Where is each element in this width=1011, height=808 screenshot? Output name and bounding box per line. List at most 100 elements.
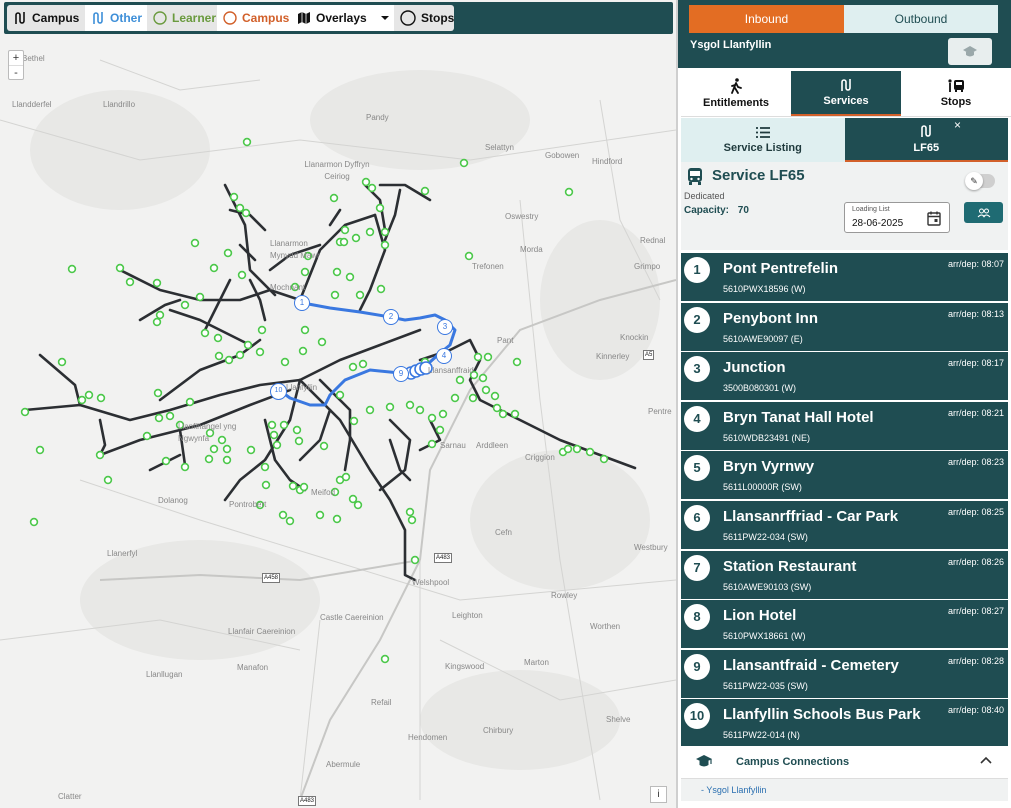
stop-row[interactable]: 7 Station Restaurant 5610AWE90103 (SW) arr/… bbox=[681, 550, 1008, 599]
overlays-dropdown[interactable]: Overlays bbox=[291, 5, 394, 31]
panel-header: Inbound Outbound Ysgol Llanfyllin bbox=[678, 0, 1011, 68]
road-label: A458 bbox=[262, 573, 281, 583]
overlays-label: Overlays bbox=[316, 11, 367, 25]
school-button[interactable] bbox=[948, 38, 992, 65]
place-label: Worthen bbox=[590, 622, 621, 631]
stop-name: Bryn Vyrnwy bbox=[723, 458, 815, 476]
route-stop-9[interactable]: 9 bbox=[393, 366, 409, 382]
stop-time: arr/dep: 08:25 bbox=[947, 506, 1004, 517]
place-label: Welshpool bbox=[412, 578, 450, 587]
chevron-up-icon[interactable] bbox=[980, 756, 992, 764]
route-stop-1[interactable]: 1 bbox=[294, 295, 310, 311]
tab-entitlements-label: Entitlements bbox=[702, 97, 769, 109]
stop-code: 5610AWE90103 (SW) bbox=[723, 581, 812, 592]
tab-stops-label: Stops bbox=[940, 96, 972, 108]
tab-entitlements[interactable]: Entitlements bbox=[681, 71, 791, 116]
circle-icon bbox=[223, 11, 237, 25]
stop-row[interactable]: 8 Lion Hotel 5610PWX18661 (W) arr/dep: 08:2… bbox=[681, 600, 1008, 649]
tab-lf65[interactable]: × LF65 bbox=[844, 118, 1008, 162]
tab-lf65-label: LF65 bbox=[913, 142, 940, 154]
map-canvas[interactable] bbox=[0, 0, 676, 808]
stop-number: 2 bbox=[684, 306, 710, 333]
map-info-button[interactable]: i bbox=[650, 786, 667, 803]
route-icon bbox=[921, 125, 932, 137]
place-label: Kinnerley bbox=[596, 352, 630, 361]
side-panel: Inbound Outbound Ysgol Llanfyllin Entitl… bbox=[678, 0, 1011, 808]
stop-row[interactable]: 2 Penybont Inn 5610AWE90097 (E) arr/dep: 08… bbox=[681, 302, 1008, 351]
stops-toggle[interactable]: Stops bbox=[394, 5, 454, 31]
road-label: A5 bbox=[643, 350, 655, 360]
place-label: Llanerfyl bbox=[107, 549, 138, 558]
stop-code: 5610AWE90097 (E) bbox=[723, 333, 803, 344]
stop-time: arr/dep: 08:27 bbox=[947, 606, 1004, 617]
place-label: Pandy bbox=[366, 113, 389, 122]
stop-number: 4 bbox=[684, 405, 710, 432]
stop-number: 1 bbox=[684, 257, 710, 283]
tab-stops[interactable]: Stops bbox=[901, 71, 1011, 116]
place-label: Sarnau bbox=[440, 441, 466, 450]
place-label: Dolanog bbox=[158, 496, 188, 505]
stop-number: 8 bbox=[684, 604, 710, 631]
place-label: Meifod bbox=[311, 488, 336, 497]
service-type: Dedicated bbox=[684, 191, 725, 201]
route-stop-4[interactable]: 4 bbox=[436, 348, 452, 364]
stop-row[interactable]: 9 Llansantfraid - Cemetery 5611PW22-035 (S… bbox=[681, 649, 1008, 698]
edit-toggle[interactable]: ✎ bbox=[965, 172, 995, 190]
loading-list-label: Loading List bbox=[852, 206, 890, 213]
zoom-in-button[interactable]: + bbox=[9, 51, 23, 65]
road-label: A483 bbox=[298, 796, 317, 806]
place-label: Marton bbox=[524, 658, 549, 667]
graduation-cap-icon bbox=[963, 45, 977, 56]
stop-time: arr/dep: 08:07 bbox=[947, 259, 1004, 269]
other-routes-toggle[interactable]: Other bbox=[85, 5, 147, 31]
place-label: Oswestry bbox=[505, 212, 539, 221]
map-toolbar: Campus Other Learner Campus Overlays Sto… bbox=[4, 2, 673, 34]
place-label: Hendomen bbox=[408, 733, 448, 742]
stop-code: 5610PWX18596 (W) bbox=[723, 284, 806, 294]
campus-connections-header[interactable]: Campus Connections bbox=[681, 746, 1008, 779]
calendar-icon[interactable] bbox=[927, 211, 941, 226]
zoom-out-button[interactable]: - bbox=[9, 65, 23, 79]
list-icon bbox=[755, 126, 770, 138]
stops-label: Stops bbox=[421, 11, 455, 25]
place-label: Hindford bbox=[592, 157, 623, 166]
place-label: Clatter bbox=[58, 792, 82, 801]
close-tab-icon[interactable]: × bbox=[954, 118, 961, 132]
stop-row[interactable]: 5 Bryn Vyrnwy 5611L00000R (SW) arr/dep: 08:… bbox=[681, 451, 1008, 500]
stop-row[interactable]: 6 Llansanrffriad - Car Park 5611PW22-034 (… bbox=[681, 500, 1008, 549]
place-label: Manafon bbox=[237, 663, 269, 672]
stop-time: arr/dep: 08:23 bbox=[947, 457, 1004, 468]
stop-row[interactable]: 1 Pont Pentrefelin 5610PWX18596 (W) arr/dep… bbox=[681, 253, 1008, 301]
place-label: Chirbury bbox=[483, 726, 514, 735]
map-pane[interactable]: 1 2 3 4 9 10 Bethel Llandderfel Llandril… bbox=[0, 0, 676, 808]
zoom-control: + - bbox=[8, 50, 24, 80]
route-icon bbox=[841, 79, 851, 91]
loading-list-date-field[interactable]: Loading List 28-06-2025 bbox=[844, 202, 950, 233]
loading-list-date: 28-06-2025 bbox=[852, 218, 904, 229]
learner-stops-toggle[interactable]: Learner bbox=[147, 5, 217, 31]
stop-code: 5611PW22-034 (SW) bbox=[723, 531, 808, 542]
stop-name: Pont Pentrefelin bbox=[723, 260, 839, 277]
place-label: Criggion bbox=[525, 453, 555, 462]
route-stop-3[interactable]: 3 bbox=[437, 319, 453, 335]
stop-time: arr/dep: 08:26 bbox=[947, 556, 1004, 567]
stop-row[interactable]: 4 Bryn Tanat Hall Hotel 5610WDB23491 (NE) a… bbox=[681, 401, 1008, 450]
stop-row[interactable]: 3 Junction 3500B080301 (W) arr/dep: 08:17 bbox=[681, 352, 1008, 401]
campus-connection-link[interactable]: - Ysgol Llanfyllin bbox=[681, 779, 1008, 801]
stop-code: 5610WDB23491 (NE) bbox=[723, 432, 811, 443]
campus-routes-toggle[interactable]: Campus bbox=[7, 5, 85, 31]
campus-stops-toggle[interactable]: Campus bbox=[217, 5, 291, 31]
passengers-button[interactable] bbox=[964, 202, 1003, 223]
tab-service-listing[interactable]: Service Listing bbox=[681, 118, 845, 162]
stop-name: Llanfyllin Schools Bus Park bbox=[723, 706, 921, 724]
route-stop-2[interactable]: 2 bbox=[383, 309, 399, 325]
place-label: Trefonen bbox=[472, 262, 504, 271]
tab-services[interactable]: Services bbox=[791, 71, 901, 116]
service-header: Service LF65 ✎ Dedicated Capacity: 70 Lo… bbox=[681, 162, 1008, 250]
place-label: Pant bbox=[497, 336, 514, 345]
stop-row[interactable]: 10 Llanfyllin Schools Bus Park 5611PW22-01… bbox=[681, 699, 1008, 748]
inbound-button[interactable]: Inbound bbox=[689, 5, 844, 33]
stop-name: Station Restaurant bbox=[723, 557, 857, 575]
outbound-button[interactable]: Outbound bbox=[844, 5, 998, 33]
route-stop-10[interactable]: 10 bbox=[270, 383, 287, 400]
